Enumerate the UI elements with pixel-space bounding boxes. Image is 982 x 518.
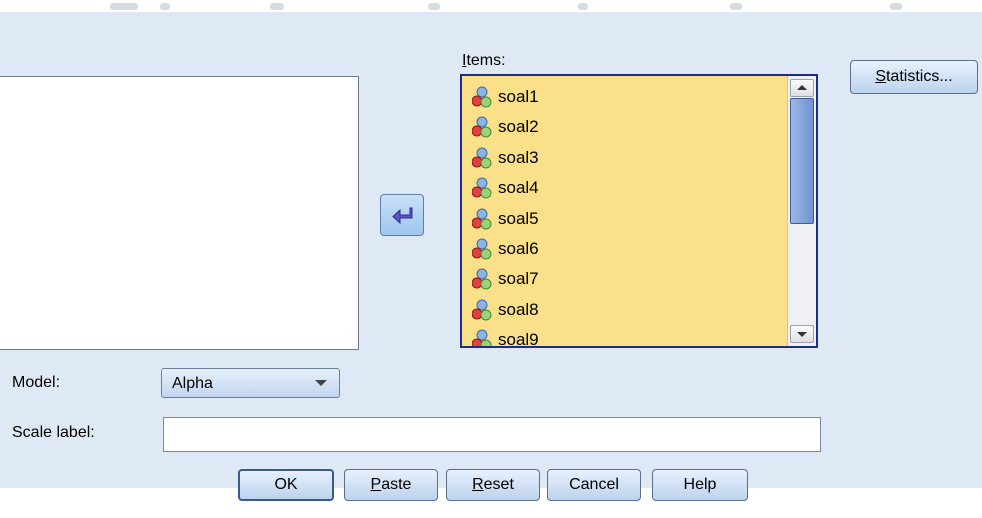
help-button[interactable]: Help xyxy=(652,469,748,501)
item-label: soal7 xyxy=(498,269,539,288)
scale-variable-icon xyxy=(472,147,492,169)
model-label: Model: xyxy=(12,374,61,391)
items-list[interactable]: soal1 soal2 soal3 soal4 soal5 soal6 soal… xyxy=(460,74,818,348)
move-arrow-icon xyxy=(392,207,413,224)
item-label: soal2 xyxy=(498,117,539,136)
items-label: Items: xyxy=(462,52,506,69)
chevron-down-icon xyxy=(315,380,327,386)
paste-button[interactable]: Paste xyxy=(344,469,438,501)
chevron-up-icon xyxy=(797,85,807,90)
scale-variable-icon xyxy=(472,299,492,321)
list-item[interactable]: soal1 xyxy=(472,82,539,112)
cancel-button[interactable]: Cancel xyxy=(547,469,641,501)
model-value: Alpha xyxy=(172,375,213,392)
model-select[interactable]: Alpha xyxy=(161,368,340,398)
item-label: soal1 xyxy=(498,87,539,106)
item-label: soal9 xyxy=(498,330,539,348)
window-title-bar xyxy=(0,0,982,12)
scale-variable-icon xyxy=(472,177,492,199)
scroll-up-button[interactable] xyxy=(790,79,814,97)
list-item[interactable]: soal2 xyxy=(472,112,539,142)
item-label: soal8 xyxy=(498,300,539,319)
scale-variable-icon xyxy=(472,329,492,346)
item-label: soal6 xyxy=(498,239,539,258)
scale-label-input[interactable] xyxy=(163,417,821,452)
item-label: soal4 xyxy=(498,178,539,197)
scroll-down-button[interactable] xyxy=(790,325,814,343)
list-item[interactable]: soal5 xyxy=(472,204,539,234)
items-scrollbar[interactable] xyxy=(787,76,816,346)
move-variable-button[interactable] xyxy=(380,194,424,236)
scroll-thumb[interactable] xyxy=(790,98,814,224)
statistics-button[interactable]: Statistics... xyxy=(850,60,978,94)
list-item[interactable]: soal9 xyxy=(472,325,539,348)
scale-label-label: Scale label: xyxy=(12,424,95,441)
scale-variable-icon xyxy=(472,208,492,230)
list-item[interactable]: soal4 xyxy=(472,173,539,203)
scale-variable-icon xyxy=(472,116,492,138)
list-item[interactable]: soal6 xyxy=(472,234,539,264)
list-item[interactable]: soal7 xyxy=(472,264,539,294)
list-item[interactable]: soal3 xyxy=(472,143,539,173)
reset-button[interactable]: Reset xyxy=(446,469,540,501)
chevron-down-icon xyxy=(797,332,807,337)
item-label: soal3 xyxy=(498,148,539,167)
item-label: soal5 xyxy=(498,209,539,228)
source-variable-list[interactable] xyxy=(0,76,359,350)
scale-variable-icon xyxy=(472,268,492,290)
ok-button[interactable]: OK xyxy=(238,469,334,501)
scale-variable-icon xyxy=(472,238,492,260)
list-item[interactable]: soal8 xyxy=(472,295,539,325)
scale-variable-icon xyxy=(472,86,492,108)
